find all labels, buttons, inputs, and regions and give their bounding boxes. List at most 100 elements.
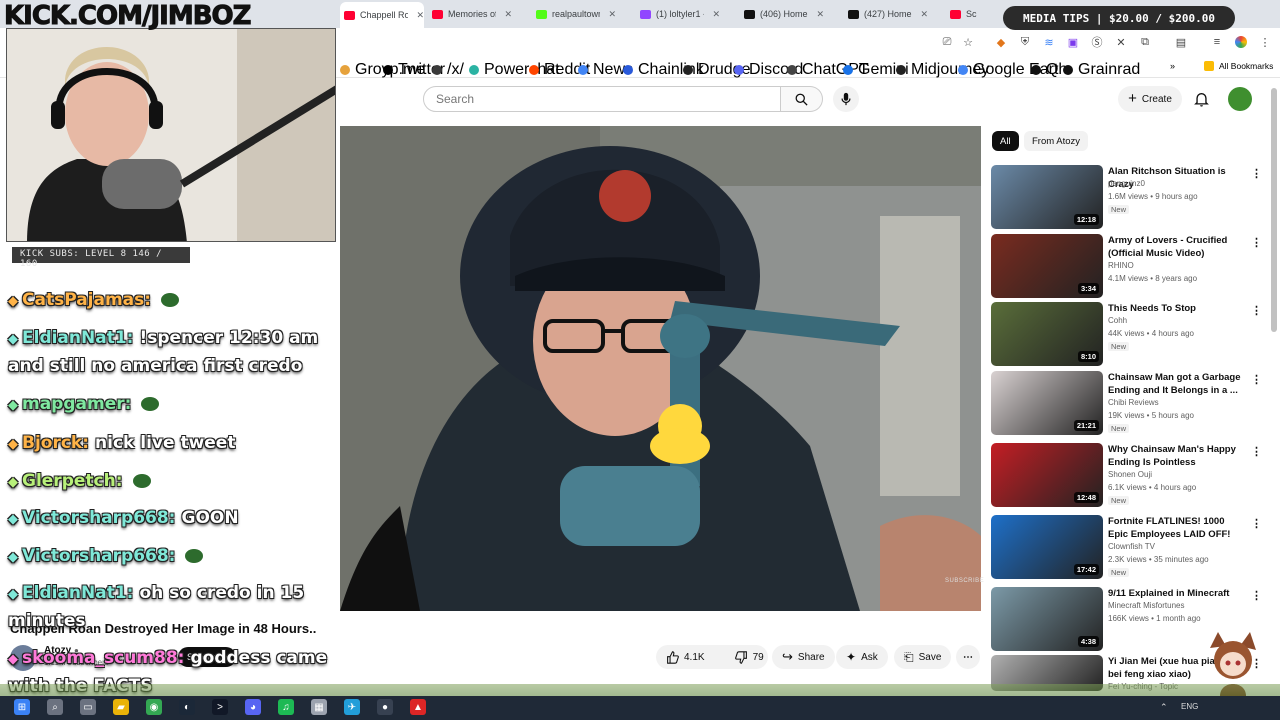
- search-input[interactable]: Search: [423, 86, 781, 112]
- close-tab-icon[interactable]: ✕: [608, 9, 616, 20]
- all-bookmarks-button[interactable]: All Bookmarks: [1204, 61, 1273, 71]
- kebab-menu-icon[interactable]: ⋮: [1258, 35, 1272, 49]
- recommended-video[interactable]: 12:48 Why Chainsaw Man's Happy Ending Is …: [991, 443, 1262, 507]
- chrome-icon[interactable]: ◉: [146, 699, 162, 715]
- video-menu-icon[interactable]: ⋮: [1251, 517, 1262, 530]
- recommended-video[interactable]: 21:21 Chainsaw Man got a Garbage Ending a…: [991, 371, 1262, 435]
- channel-name[interactable]: Cohh: [1108, 316, 1127, 325]
- browser-tab[interactable]: (427) Home / X ✕: [844, 4, 928, 24]
- close-tab-icon[interactable]: ✕: [920, 9, 928, 20]
- browser-tab[interactable]: Chappell Ro ✕: [340, 2, 424, 28]
- video-player[interactable]: [340, 126, 981, 611]
- search-icon[interactable]: ⌕: [47, 699, 63, 715]
- telegram-icon[interactable]: ✈: [344, 699, 360, 715]
- app2-icon[interactable]: ▲: [410, 699, 426, 715]
- dislike-button[interactable]: 79: [725, 645, 774, 669]
- video-title[interactable]: Army of Lovers - Crucified (Official Mus…: [1108, 234, 1244, 260]
- browser-tab[interactable]: (1) loltyler1 - Tw ✕: [636, 4, 720, 24]
- video-title[interactable]: Why Chainsaw Man's Happy Ending Is Point…: [1108, 443, 1244, 469]
- language-indicator[interactable]: ENG: [1181, 702, 1198, 711]
- plus-icon: +: [1128, 90, 1137, 107]
- chip-all[interactable]: All: [992, 131, 1019, 151]
- video-thumbnail[interactable]: 12:18: [991, 165, 1103, 229]
- video-title[interactable]: Fortnite FLATLINES! 1000 Epic Employees …: [1108, 515, 1244, 541]
- voice-search-button[interactable]: [833, 86, 859, 112]
- close-tab-icon[interactable]: ✕: [816, 9, 824, 20]
- extension-icon[interactable]: ▣: [1066, 35, 1080, 49]
- more-actions-button[interactable]: ⋯: [956, 645, 980, 669]
- recommended-video[interactable]: 3:34 Army of Lovers - Crucified (Official…: [991, 234, 1262, 298]
- notifications-button[interactable]: [1190, 88, 1212, 110]
- ask-button[interactable]: ✦ Ask: [836, 645, 888, 669]
- start-icon[interactable]: ⊞: [14, 699, 30, 715]
- video-thumbnail[interactable]: 12:48: [991, 443, 1103, 507]
- search-icon: [795, 93, 808, 106]
- like-button[interactable]: 4.1K: [656, 645, 715, 669]
- video-thumbnail[interactable]: 4:38: [991, 587, 1103, 651]
- video-menu-icon[interactable]: ⋮: [1251, 445, 1262, 458]
- save-button[interactable]: ⎗ Save: [894, 645, 952, 669]
- chip-from-channel[interactable]: From Atozy: [1024, 131, 1089, 151]
- channel-name[interactable]: Shonen Ouji: [1108, 470, 1152, 479]
- video-menu-icon[interactable]: ⋮: [1251, 167, 1262, 180]
- browser-tab[interactable]: Memories of Xt ✕: [428, 4, 512, 24]
- video-menu-icon[interactable]: ⋮: [1251, 236, 1262, 249]
- bookmark-star-icon[interactable]: ☆: [961, 35, 975, 49]
- video-menu-icon[interactable]: ⋮: [1251, 304, 1262, 317]
- channel-name[interactable]: Chibi Reviews: [1108, 398, 1159, 407]
- steam-icon[interactable]: ◐: [179, 699, 195, 715]
- bookmarks-overflow-icon[interactable]: »: [1170, 61, 1175, 71]
- app-icon[interactable]: ▦: [311, 699, 327, 715]
- browser-tab[interactable]: (406) Home / X ✕: [740, 4, 824, 24]
- profile-icon[interactable]: [1234, 35, 1248, 49]
- video-thumbnail[interactable]: 17:42: [991, 515, 1103, 579]
- puzzle-icon[interactable]: ⧉: [1138, 35, 1152, 49]
- obs-icon[interactable]: ●: [377, 699, 393, 715]
- explorer-icon[interactable]: ▰: [113, 699, 129, 715]
- metamask-icon[interactable]: ◆: [994, 35, 1008, 49]
- x-extension-icon[interactable]: ✕: [1114, 35, 1128, 49]
- channel-name[interactable]: Clownfish TV: [1108, 542, 1155, 551]
- bookmark-item[interactable]: /x/: [432, 61, 464, 79]
- thumbs-up-icon: [667, 650, 679, 664]
- recommended-video[interactable]: 17:42 Fortnite FLATLINES! 1000 Epic Emplo…: [991, 515, 1262, 579]
- channel-name[interactable]: Minecraft Misfortunes: [1108, 601, 1184, 610]
- video-menu-icon[interactable]: ⋮: [1251, 589, 1262, 602]
- discord-icon[interactable]: ◕: [245, 699, 261, 715]
- page-scrollbar[interactable]: [1271, 88, 1277, 332]
- s-extension-icon[interactable]: Ⓢ: [1090, 35, 1104, 49]
- bookmark-item[interactable]: Grainrad: [1063, 61, 1140, 79]
- taskview-icon[interactable]: ▭: [80, 699, 96, 715]
- search-button[interactable]: [781, 86, 823, 112]
- cast-icon[interactable]: ⎚: [940, 35, 954, 49]
- video-menu-icon[interactable]: ⋮: [1251, 373, 1262, 386]
- bell-icon: [1193, 93, 1209, 107]
- video-title[interactable]: 9/11 Explained in Minecraft: [1108, 587, 1244, 600]
- video-title[interactable]: This Needs To Stop: [1108, 302, 1244, 315]
- wave-extension-icon[interactable]: ≋: [1042, 35, 1056, 49]
- channel-name[interactable]: RHINO: [1108, 261, 1134, 270]
- terminal-icon[interactable]: >: [212, 699, 228, 715]
- browser-tab[interactable]: realpaultown St ✕: [532, 4, 616, 24]
- user-avatar[interactable]: [1228, 87, 1252, 111]
- close-tab-icon[interactable]: ✕: [416, 10, 424, 21]
- video-title[interactable]: Chainsaw Man got a Garbage Ending and It…: [1108, 371, 1244, 397]
- sidepanel-icon[interactable]: ▤: [1174, 35, 1188, 49]
- share-button[interactable]: ↪ Share: [772, 645, 835, 669]
- recommended-video[interactable]: 8:10 This Needs To Stop Cohh 44K views • 4 …: [991, 302, 1262, 366]
- spotify-icon[interactable]: ♫: [278, 699, 294, 715]
- close-tab-icon[interactable]: ✕: [712, 9, 720, 20]
- shield-icon[interactable]: ⛨: [1018, 35, 1032, 49]
- create-button[interactable]: + Create: [1118, 86, 1182, 112]
- bookmark-item[interactable]: Q: [1031, 61, 1058, 79]
- browser-tab[interactable]: Sc: [946, 4, 994, 24]
- subscribe-watermark[interactable]: SUBSCRIBE: [945, 578, 984, 584]
- tray-chevron-icon[interactable]: ⌃: [1160, 702, 1168, 713]
- video-thumbnail[interactable]: 21:21: [991, 371, 1103, 435]
- recommended-video[interactable]: 12:18 Alan Ritchson Situation is Crazy pen…: [991, 165, 1262, 229]
- video-thumbnail[interactable]: 3:34: [991, 234, 1103, 298]
- channel-name[interactable]: penguinz0: [1108, 179, 1145, 188]
- video-thumbnail[interactable]: 8:10: [991, 302, 1103, 366]
- media-control-icon[interactable]: ≡: [1210, 35, 1224, 49]
- close-tab-icon[interactable]: ✕: [504, 9, 512, 20]
